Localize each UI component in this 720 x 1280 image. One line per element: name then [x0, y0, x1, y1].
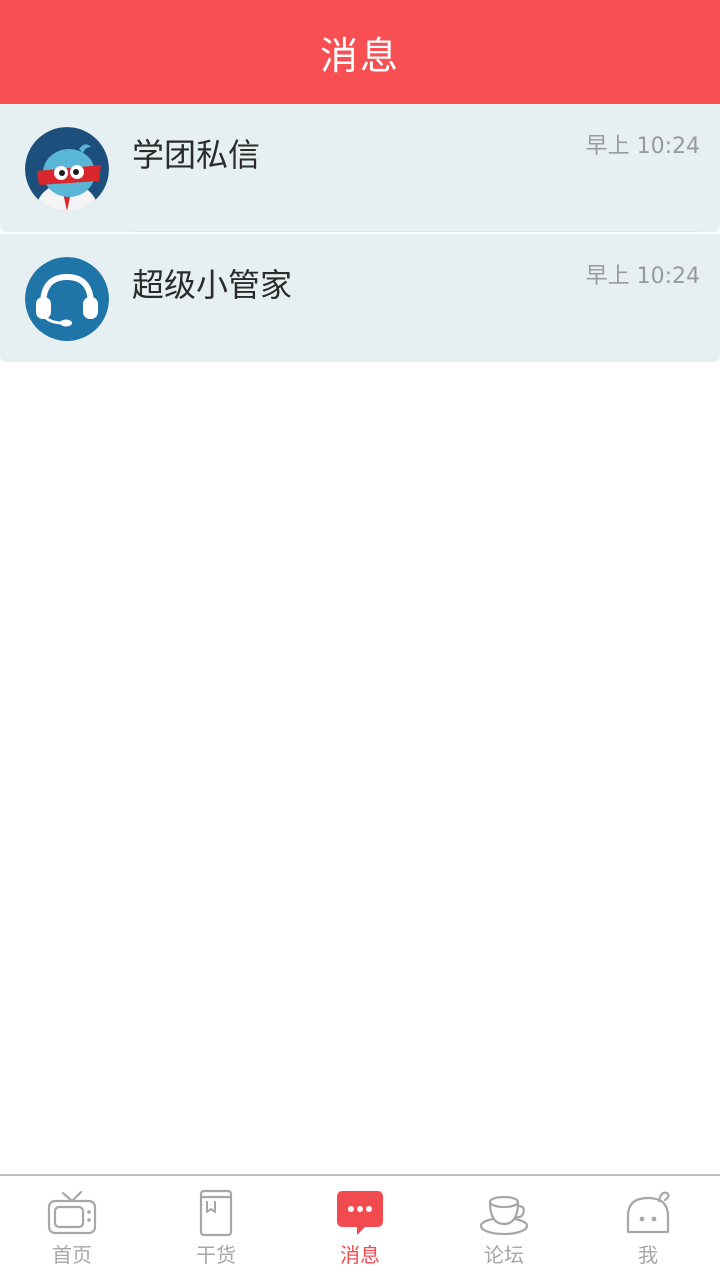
tab-label: 论坛: [484, 1243, 524, 1267]
headset-avatar-icon: [25, 257, 109, 341]
tv-icon: [47, 1190, 97, 1235]
message-title: 学团私信: [132, 136, 261, 174]
top-app-bar: 消息: [0, 0, 720, 104]
coffee-cup-icon: [479, 1195, 529, 1236]
tab-forum[interactable]: 论坛: [432, 1176, 576, 1280]
message-time: 早上 10:24: [585, 264, 700, 289]
ghost-icon: [626, 1191, 670, 1234]
message-item-xuetuan[interactable]: 学团私信 早上 10:24: [0, 104, 720, 232]
book-icon: [199, 1189, 233, 1237]
message-list: 学团私信 早上 10:24 超级小管家 早上 10:24: [0, 104, 720, 362]
tab-home[interactable]: 首页: [0, 1176, 144, 1280]
tab-messages[interactable]: 消息: [288, 1176, 432, 1280]
tab-label: 干货: [196, 1243, 236, 1267]
app-screen: 消息 学团私信 早上 10:24 超级小管家 早上 10:24 首页 干货 消息…: [0, 0, 720, 1280]
tab-me[interactable]: 我: [576, 1176, 720, 1280]
page-title: 消息: [319, 33, 400, 78]
tab-label: 消息: [340, 1243, 380, 1267]
message-item-butler[interactable]: 超级小管家 早上 10:24: [0, 234, 720, 362]
chat-bubble-icon: [337, 1191, 383, 1235]
tab-label: 我: [638, 1243, 658, 1267]
item-divider: [132, 231, 700, 232]
message-time: 早上 10:24: [585, 134, 700, 159]
tab-label: 首页: [52, 1243, 92, 1267]
tab-goods[interactable]: 干货: [144, 1176, 288, 1280]
bottom-tab-bar: 首页 干货 消息 论坛 我: [0, 1174, 720, 1280]
message-title: 超级小管家: [132, 266, 293, 304]
mascot-avatar-icon: [25, 127, 109, 211]
